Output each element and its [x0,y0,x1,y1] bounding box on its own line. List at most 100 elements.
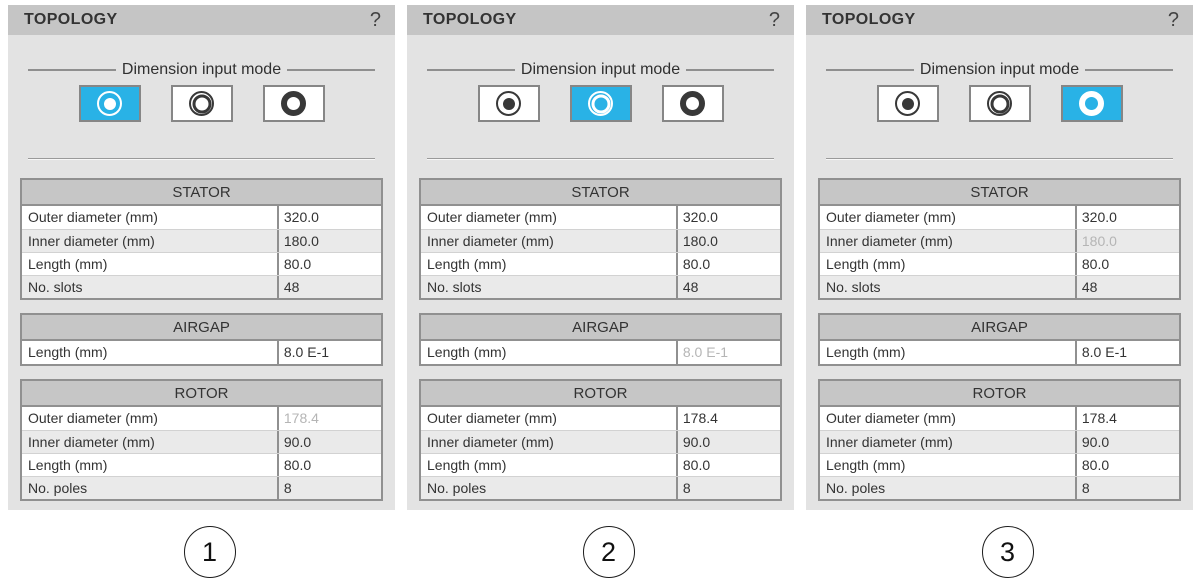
row-label: Length (mm) [421,454,676,476]
row-value[interactable]: 48 [676,276,780,298]
row-label: Length (mm) [22,454,277,476]
row-label: Inner diameter (mm) [421,230,676,252]
legend-line [1085,69,1173,71]
airgap-table: AIRGAP Length (mm) 8.0 E-1 [20,313,383,366]
row-value[interactable]: 320.0 [277,206,381,229]
table-row: Length (mm) 80.0 [22,453,381,476]
row-value[interactable]: 8 [676,477,780,499]
row-label: Length (mm) [820,454,1075,476]
mode-buttons-row [407,85,794,122]
rotor-table: ROTOR Outer diameter (mm) 178.4 Inner di… [419,379,782,501]
dimension-input-mode-label: Dimension input mode [920,61,1079,79]
row-value[interactable]: 320.0 [676,206,780,229]
page: TOPOLOGY ? Dimension input mode [0,0,1199,578]
stator-table: STATOR Outer diameter (mm) 320.0 Inner d… [419,178,782,300]
step-badge-2: 2 [583,526,635,578]
table-row: Inner diameter (mm) 90.0 [22,430,381,453]
help-icon[interactable]: ? [1168,10,1179,30]
panel-title: TOPOLOGY [822,11,916,29]
row-label: Outer diameter (mm) [22,407,277,430]
input-mode-3-button[interactable] [1061,85,1123,122]
row-label: No. poles [820,477,1075,499]
panel-header: TOPOLOGY ? [407,5,794,35]
row-label: Length (mm) [421,341,676,364]
row-label: No. slots [820,276,1075,298]
legend-line [826,69,914,71]
panel-title: TOPOLOGY [423,11,517,29]
input-mode-1-button[interactable] [877,85,939,122]
row-value[interactable]: 90.0 [1075,431,1179,453]
row-value[interactable]: 8.0 E-1 [1075,341,1179,364]
row-label: Inner diameter (mm) [820,431,1075,453]
row-value-computed: 8.0 E-1 [676,341,780,364]
row-value[interactable]: 80.0 [1075,454,1179,476]
row-label: Inner diameter (mm) [820,230,1075,252]
table-row: Outer diameter (mm) 320.0 [22,206,381,229]
table-row: Outer diameter (mm) 320.0 [421,206,780,229]
row-value[interactable]: 180.0 [277,230,381,252]
row-value[interactable]: 8 [277,477,381,499]
input-mode-2-button[interactable] [969,85,1031,122]
row-label: Length (mm) [820,253,1075,275]
separator [427,158,774,160]
table-row: Inner diameter (mm) 180.0 [22,229,381,252]
row-label: No. slots [22,276,277,298]
dimension-input-mode-group: Dimension input mode [826,61,1173,79]
row-label: Outer diameter (mm) [820,206,1075,229]
legend-line [686,69,774,71]
input-mode-3-button[interactable] [263,85,325,122]
stator-table-title: STATOR [22,180,381,206]
circle-with-filled-center-icon [895,91,920,116]
circle-with-filled-center-icon [97,91,122,116]
stator-table: STATOR Outer diameter (mm) 320.0 Inner d… [20,178,383,300]
table-row: No. slots 48 [22,275,381,298]
row-label: No. poles [22,477,277,499]
row-value[interactable]: 80.0 [277,454,381,476]
row-value[interactable]: 48 [277,276,381,298]
rotor-table-title: ROTOR [820,381,1179,407]
table-row: Length (mm) 8.0 E-1 [820,341,1179,364]
step-badge-3: 3 [982,526,1034,578]
topology-panels-row: TOPOLOGY ? Dimension input mode [8,5,1193,510]
legend-line [427,69,515,71]
row-value[interactable]: 8.0 E-1 [277,341,381,364]
help-icon[interactable]: ? [769,10,780,30]
rotor-table-title: ROTOR [22,381,381,407]
table-row: Outer diameter (mm) 178.4 [820,407,1179,430]
thick-ring-icon [680,91,705,116]
row-value[interactable]: 320.0 [1075,206,1179,229]
row-value[interactable]: 178.4 [676,407,780,430]
row-value[interactable]: 90.0 [277,431,381,453]
badge-wrap: 3 [814,526,1199,578]
table-row: Length (mm) 8.0 E-1 [22,341,381,364]
mode-buttons-row [806,85,1193,122]
table-row: Inner diameter (mm) 90.0 [421,430,780,453]
mode-buttons-row [8,85,395,122]
row-value[interactable]: 48 [1075,276,1179,298]
table-row: Length (mm) 80.0 [421,453,780,476]
row-value[interactable]: 80.0 [676,454,780,476]
row-value[interactable]: 80.0 [676,253,780,275]
step-badge-1: 1 [184,526,236,578]
row-value[interactable]: 178.4 [1075,407,1179,430]
thick-ring-icon [1079,91,1104,116]
row-label: Outer diameter (mm) [421,206,676,229]
row-value[interactable]: 80.0 [1075,253,1179,275]
row-value[interactable]: 90.0 [676,431,780,453]
row-label: Outer diameter (mm) [820,407,1075,430]
concentric-circles-icon [588,91,613,116]
input-mode-2-button[interactable] [570,85,632,122]
row-value[interactable]: 8 [1075,477,1179,499]
help-icon[interactable]: ? [370,10,381,30]
row-value[interactable]: 180.0 [676,230,780,252]
separator [826,158,1173,160]
row-value[interactable]: 80.0 [277,253,381,275]
input-mode-1-button[interactable] [79,85,141,122]
input-mode-3-button[interactable] [662,85,724,122]
rotor-table: ROTOR Outer diameter (mm) 178.4 Inner di… [818,379,1181,501]
circle-with-filled-center-icon [496,91,521,116]
input-mode-2-button[interactable] [171,85,233,122]
input-mode-1-button[interactable] [478,85,540,122]
table-row: Outer diameter (mm) 178.4 [22,407,381,430]
panel-title: TOPOLOGY [24,11,118,29]
